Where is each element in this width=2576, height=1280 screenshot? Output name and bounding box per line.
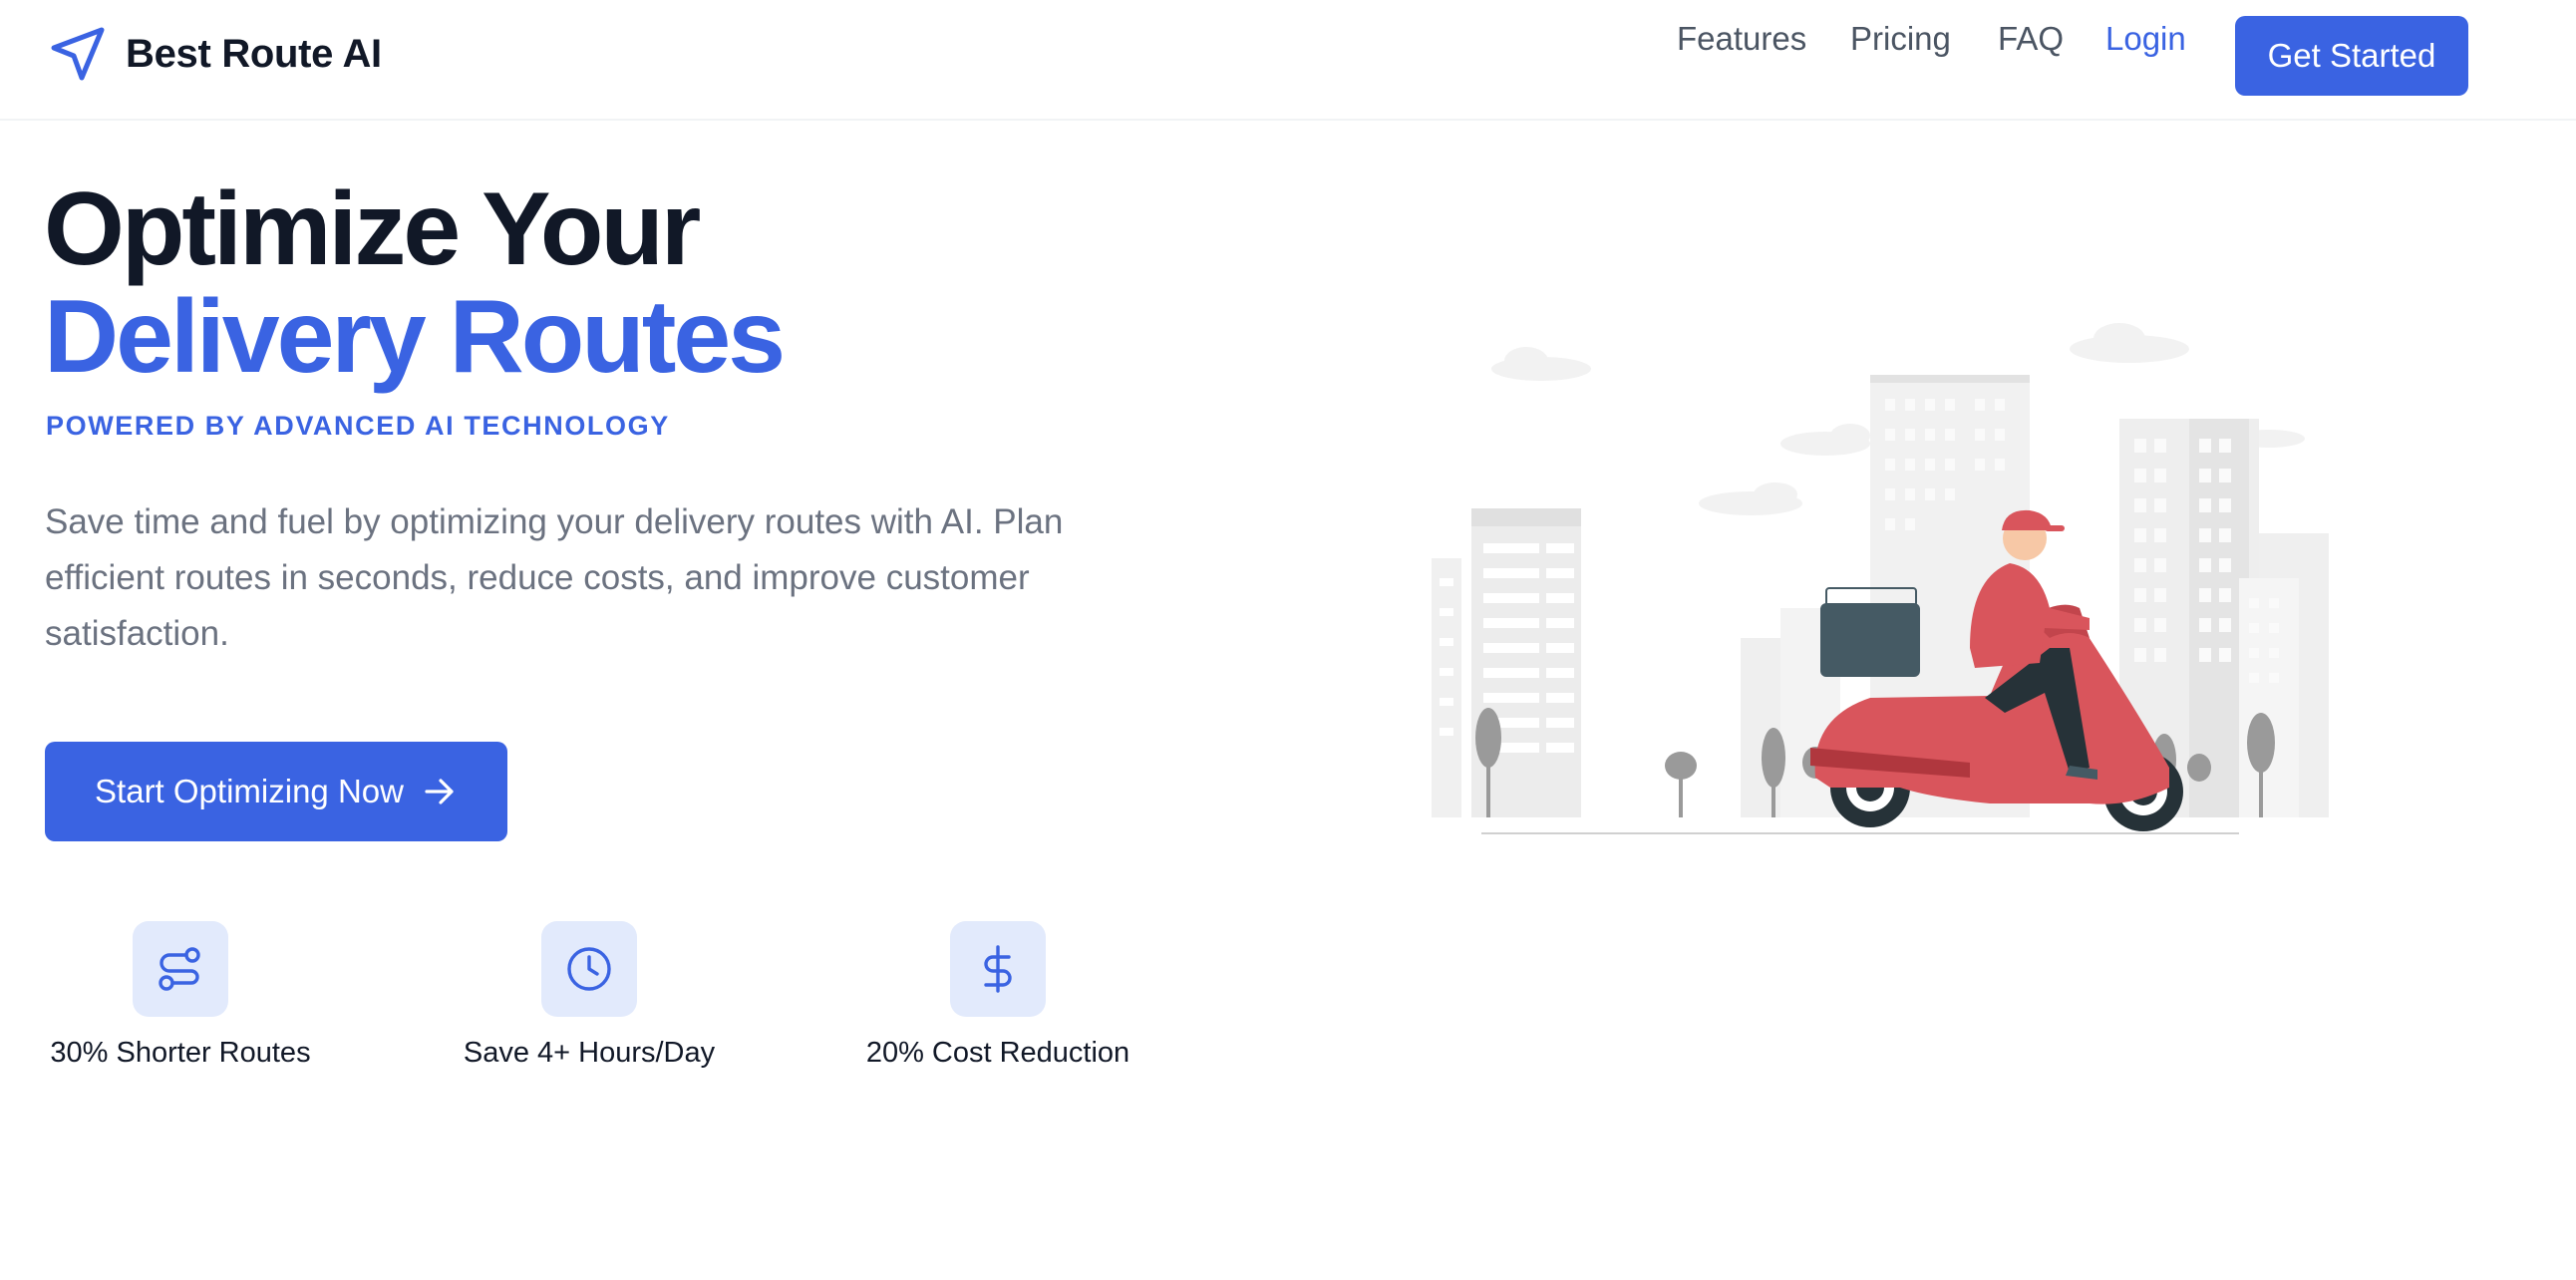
landing-page: Best Route AI Features Pricing FAQ Login… bbox=[0, 0, 2576, 1280]
delivery-scooter-illustration bbox=[1432, 323, 2329, 834]
stat-icon-box bbox=[541, 921, 637, 1017]
arrow-right-icon bbox=[425, 779, 454, 804]
hero-description: Save time and fuel by optimizing your de… bbox=[45, 502, 1064, 653]
route-icon bbox=[159, 947, 200, 991]
stat-label: 30% Shorter Routes bbox=[50, 1037, 311, 1069]
ground-line bbox=[1481, 832, 2239, 834]
hero-title-line-1: Optimize Your bbox=[44, 171, 701, 287]
stat-label: Save 4+ Hours/Day bbox=[463, 1037, 716, 1069]
stat-save-hours: Save 4+ Hours/Day bbox=[455, 921, 724, 1070]
get-started-button[interactable]: Get Started bbox=[2235, 16, 2468, 96]
hero-title-line-2: Delivery Routes bbox=[44, 279, 786, 395]
navigation-arrow-icon bbox=[51, 27, 105, 81]
clock-icon bbox=[567, 947, 611, 991]
stat-cost-reduction: 20% Cost Reduction bbox=[863, 921, 1132, 1070]
nav-pricing-link[interactable]: Pricing bbox=[1850, 20, 1951, 58]
brand-name: Best Route AI bbox=[126, 31, 382, 76]
nav-login-link[interactable]: Login bbox=[2105, 20, 2186, 58]
brand-logo-link[interactable]: Best Route AI bbox=[48, 24, 382, 84]
nav-features-link[interactable]: Features bbox=[1677, 20, 1806, 58]
stat-icon-box bbox=[133, 921, 228, 1017]
start-optimizing-button[interactable]: Start Optimizing Now bbox=[45, 742, 507, 841]
stat-icon-box bbox=[950, 921, 1046, 1017]
stat-shorter-routes: 30% Shorter Routes bbox=[46, 921, 315, 1070]
nav-faq-link[interactable]: FAQ bbox=[1998, 20, 2064, 58]
hero-tagline: POWERED BY ADVANCED AI TECHNOLOGY bbox=[46, 411, 670, 441]
dollar-icon bbox=[984, 945, 1012, 993]
start-optimizing-label: Start Optimizing Now bbox=[95, 773, 404, 809]
stat-label: 20% Cost Reduction bbox=[865, 1037, 1130, 1069]
site-header: Best Route AI Features Pricing FAQ Login… bbox=[0, 0, 2576, 121]
